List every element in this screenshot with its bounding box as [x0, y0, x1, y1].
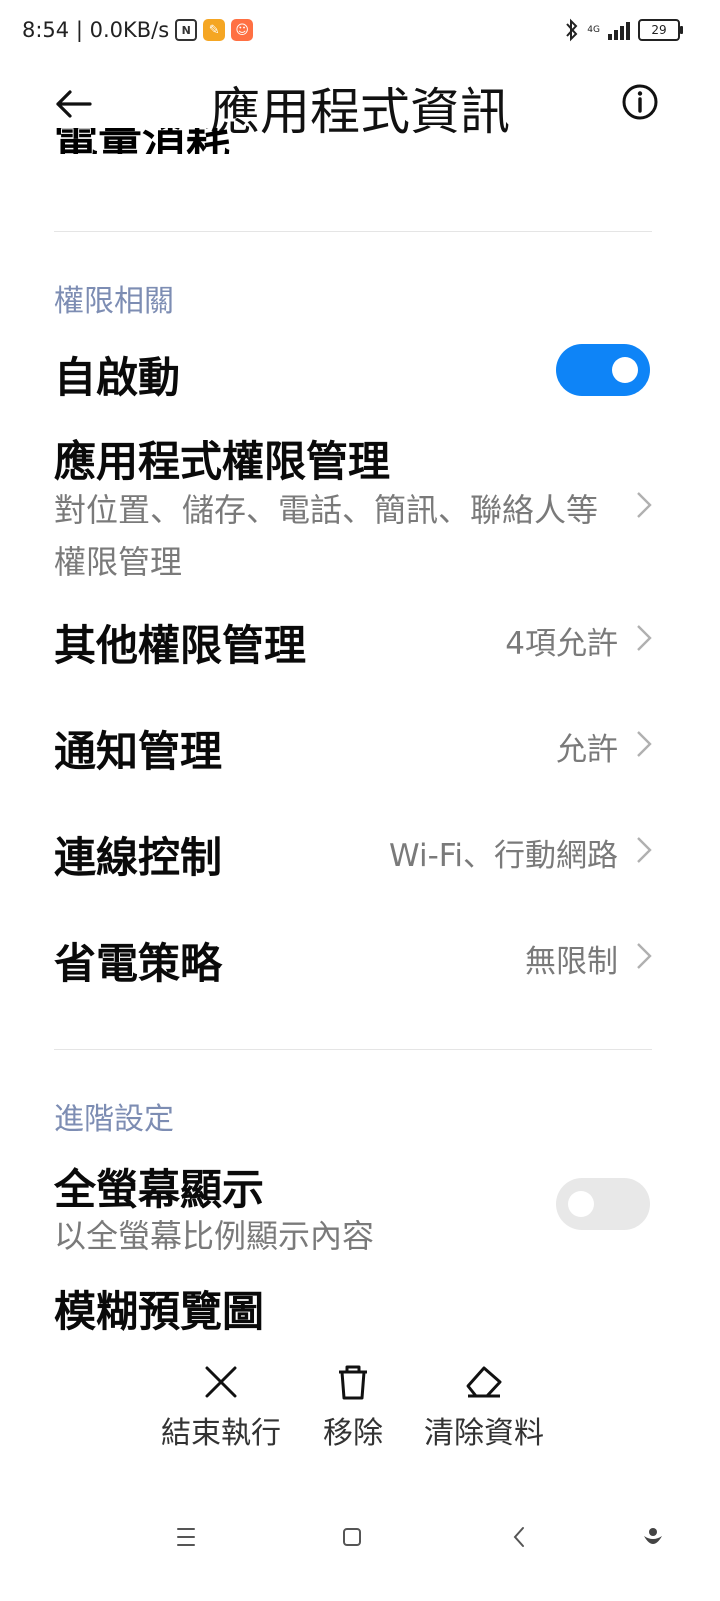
- other-permissions-label: 其他權限管理: [54, 621, 307, 670]
- autostart-label: 自啟動: [54, 353, 181, 402]
- signal-icon: [608, 20, 630, 40]
- section-title-permissions: 權限相關: [54, 284, 174, 319]
- chevron-right-icon: [637, 837, 652, 863]
- section-title-advanced: 進階設定: [54, 1102, 174, 1137]
- uninstall-button[interactable]: 移除: [312, 1360, 394, 1452]
- divider: [54, 231, 652, 232]
- battery-saver-row[interactable]: 省電策略 無限制: [54, 926, 654, 990]
- trash-icon: [339, 1365, 367, 1400]
- force-stop-button[interactable]: 結束執行: [150, 1360, 292, 1452]
- eraser-icon: [466, 1366, 502, 1398]
- battery-icon: 29: [638, 19, 683, 41]
- fullscreen-label: 全螢幕顯示: [54, 1165, 265, 1214]
- app-notification-icon: ✎: [203, 19, 226, 41]
- app-permissions-label: 應用程式權限管理: [54, 437, 391, 486]
- battery-level: 29: [651, 23, 667, 37]
- app-permissions-row[interactable]: 應用程式權限管理 對位置、儲存、電話、簡訊、聯絡人等權限管理: [54, 424, 654, 584]
- battery-saver-label: 省電策略: [54, 939, 223, 988]
- chevron-right-icon: [637, 625, 652, 651]
- divider: [54, 1049, 652, 1050]
- fullscreen-sub: 以全螢幕比例顯示內容: [54, 1217, 375, 1255]
- nfc-icon: N: [175, 19, 198, 41]
- status-bar: 8:54 | 0.0KB/s N ✎ ☺ 4G 29: [0, 0, 720, 64]
- force-stop-label: 結束執行: [161, 1416, 281, 1451]
- network-type: 4G: [587, 24, 600, 35]
- back-icon[interactable]: [494, 1512, 544, 1562]
- close-icon: [205, 1366, 237, 1398]
- connection-label: 連線控制: [54, 833, 223, 882]
- clear-data-button[interactable]: 清除資料: [414, 1360, 554, 1452]
- other-permissions-row[interactable]: 其他權限管理 4項允許: [54, 608, 654, 672]
- assistant-icon[interactable]: [628, 1512, 678, 1562]
- clipped-previous-row: 電量消耗: [54, 128, 230, 154]
- clear-data-label: 清除資料: [424, 1416, 544, 1451]
- connection-value: Wi-Fi、行動網路: [389, 838, 618, 874]
- autostart-toggle[interactable]: [556, 344, 650, 396]
- system-nav-bar: [0, 1490, 720, 1601]
- blur-preview-label: 模糊預覽圖: [54, 1287, 265, 1336]
- app-permissions-sub: 對位置、儲存、電話、簡訊、聯絡人等權限管理: [54, 491, 599, 581]
- notifications-value: 允許: [556, 732, 618, 768]
- toggle-knob: [612, 357, 638, 383]
- home-icon[interactable]: [327, 1512, 377, 1562]
- blur-preview-row[interactable]: 模糊預覽圖: [54, 1276, 654, 1336]
- status-time-speed: 8:54 | 0.0KB/s: [22, 18, 170, 42]
- status-right: 4G 29: [565, 18, 683, 42]
- uninstall-label: 移除: [323, 1416, 383, 1451]
- app-notification-icon-2: ☺: [231, 19, 254, 41]
- toggle-knob: [568, 1191, 594, 1217]
- chevron-right-icon: [637, 943, 652, 969]
- battery-saver-value: 無限制: [525, 944, 618, 980]
- menu-icon[interactable]: [161, 1512, 211, 1562]
- info-icon[interactable]: [620, 82, 660, 122]
- fullscreen-toggle[interactable]: [556, 1178, 650, 1230]
- notifications-row[interactable]: 通知管理 允許: [54, 714, 654, 778]
- chevron-right-icon: [637, 731, 652, 757]
- chevron-right-icon: [637, 492, 652, 518]
- bluetooth-icon: [566, 18, 578, 42]
- notifications-label: 通知管理: [54, 727, 223, 776]
- connection-row[interactable]: 連線控制 Wi-Fi、行動網路: [54, 820, 654, 884]
- other-permissions-value: 4項允許: [505, 626, 618, 662]
- bottom-action-bar: 結束執行 移除 清除資料: [0, 1350, 720, 1470]
- status-left: 8:54 | 0.0KB/s N ✎ ☺: [22, 18, 254, 42]
